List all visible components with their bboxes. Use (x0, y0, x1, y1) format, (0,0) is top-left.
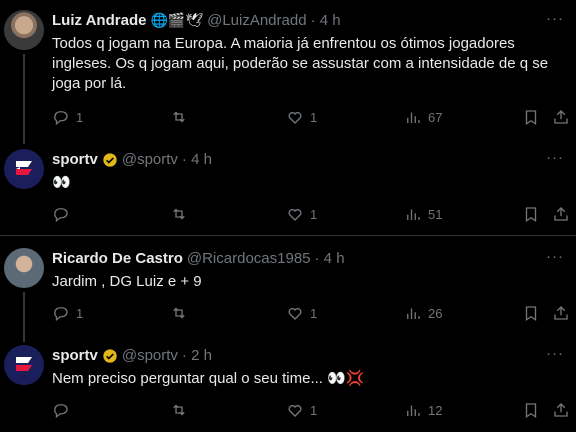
share-icon (554, 207, 568, 221)
like-count: 1 (310, 109, 318, 125)
timestamp[interactable]: · 4 h (315, 250, 345, 267)
repost-button[interactable] (170, 304, 194, 322)
bookmark-icon (525, 110, 537, 126)
views-button[interactable]: 51 (404, 205, 442, 223)
repost-icon (173, 404, 185, 416)
bookmark-icon (525, 207, 537, 223)
name-emojis: 🌐🎬🕊 (150, 12, 204, 29)
like-button[interactable]: 1 (286, 401, 317, 419)
reply-button[interactable] (52, 205, 76, 223)
tweet-actions: 1 12 (52, 401, 572, 421)
views-icon (407, 209, 420, 220)
user-handle[interactable]: @sportv (122, 347, 178, 364)
tweet-header: Ricardo De Castro @Ricardocas1985 · 4 h (52, 250, 345, 267)
repost-button[interactable] (170, 108, 194, 126)
tweet[interactable]: sportv @sportv · 4 h ··· 👀 1 51 (0, 145, 576, 235)
verified-gold-icon (103, 152, 117, 167)
bookmark-button[interactable] (522, 205, 540, 223)
views-button[interactable]: 12 (404, 401, 442, 419)
tweet-header: Luiz Andrade 🌐🎬🕊 @LuizAndradd · 4 h (52, 12, 341, 29)
avatar[interactable] (4, 248, 44, 288)
reply-icon (54, 307, 68, 322)
share-icon (554, 306, 568, 320)
avatar[interactable] (4, 345, 44, 385)
repost-icon (173, 111, 185, 123)
views-button[interactable]: 26 (404, 304, 442, 322)
user-handle[interactable]: @Ricardocas1985 (187, 250, 311, 267)
reply-button[interactable]: 1 (52, 108, 83, 126)
like-icon (288, 111, 302, 124)
tweet-header: sportv @sportv · 2 h (52, 347, 212, 364)
share-icon (554, 110, 568, 124)
verified-gold-icon (103, 348, 117, 363)
share-button[interactable] (552, 205, 570, 223)
tweet-text: Todos q jogam na Europa. A maioria já en… (52, 35, 549, 92)
timestamp[interactable]: · 4 h (182, 151, 212, 168)
views-count: 67 (428, 109, 443, 125)
share-button[interactable] (552, 304, 570, 322)
like-icon (288, 307, 302, 320)
repost-icon (173, 307, 185, 319)
like-count: 1 (310, 206, 318, 222)
reply-icon (54, 404, 68, 419)
timestamp[interactable]: · 2 h (182, 347, 212, 364)
reply-icon (54, 111, 68, 126)
tweet-actions: 1 1 67 (52, 108, 572, 128)
reply-button[interactable] (52, 401, 76, 419)
reply-count: 1 (76, 305, 84, 321)
tweet-text: Nem preciso perguntar qual o seu time...… (52, 370, 365, 387)
bookmark-icon (525, 306, 537, 322)
like-button[interactable]: 1 (286, 205, 317, 223)
more-options-icon[interactable]: ··· (546, 149, 564, 166)
like-button[interactable]: 1 (286, 108, 317, 126)
avatar[interactable] (4, 149, 44, 189)
tweet-header: sportv @sportv · 4 h (52, 151, 212, 168)
share-button[interactable] (552, 401, 570, 419)
share-icon (554, 403, 568, 417)
views-count: 26 (428, 305, 443, 321)
reply-button[interactable]: 1 (52, 304, 83, 322)
tweet[interactable]: Luiz Andrade 🌐🎬🕊 @LuizAndradd · 4 h ··· … (0, 0, 576, 145)
more-options-icon[interactable]: ··· (546, 248, 564, 265)
repost-icon (173, 208, 185, 220)
more-options-icon[interactable]: ··· (546, 345, 564, 362)
tweet[interactable]: Ricardo De Castro @Ricardocas1985 · 4 h … (0, 236, 576, 341)
display-name[interactable]: Luiz Andrade (52, 12, 146, 29)
reply-count: 1 (76, 109, 84, 125)
reply-icon (54, 208, 68, 223)
views-count: 12 (428, 402, 443, 418)
user-handle[interactable]: @LuizAndradd (207, 12, 306, 29)
repost-button[interactable] (170, 401, 194, 419)
user-handle[interactable]: @sportv (122, 151, 178, 168)
repost-button[interactable] (170, 205, 194, 223)
tweet-text: 👀 (52, 174, 71, 191)
bookmark-button[interactable] (522, 401, 540, 419)
share-button[interactable] (552, 108, 570, 126)
like-icon (288, 208, 302, 221)
bookmark-icon (525, 403, 537, 419)
display-name[interactable]: Ricardo De Castro (52, 250, 183, 267)
views-icon (407, 405, 420, 416)
sportv-logo-icon (16, 357, 32, 371)
views-icon (407, 112, 420, 123)
avatar[interactable] (4, 10, 44, 50)
like-button[interactable]: 1 (286, 304, 317, 322)
display-name[interactable]: sportv (52, 151, 98, 168)
tweet-actions: 1 1 26 (52, 304, 572, 324)
views-button[interactable]: 67 (404, 108, 442, 126)
tweet[interactable]: sportv @sportv · 2 h ··· Nem preciso per… (0, 341, 576, 432)
like-count: 1 (310, 402, 318, 418)
timestamp[interactable]: · 4 h (311, 12, 341, 29)
more-options-icon[interactable]: ··· (546, 10, 564, 27)
sportv-logo-icon (16, 161, 32, 175)
bookmark-button[interactable] (522, 108, 540, 126)
views-count: 51 (428, 206, 443, 222)
bookmark-button[interactable] (522, 304, 540, 322)
tweet-text: Jardim , DG Luiz e + 9 (52, 273, 202, 290)
display-name[interactable]: sportv (52, 347, 98, 364)
tweet-actions: 1 51 (52, 205, 572, 225)
like-icon (288, 404, 302, 417)
views-icon (407, 308, 420, 319)
like-count: 1 (310, 305, 318, 321)
